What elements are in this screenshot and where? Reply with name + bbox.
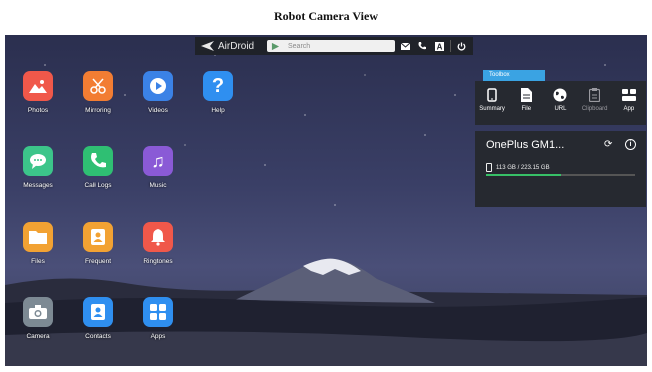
app-icon (614, 86, 644, 104)
tool-label: Summary (479, 106, 505, 112)
tool-summary[interactable]: Summary (477, 86, 507, 112)
camera-icon (23, 297, 53, 327)
app-music[interactable]: ♫ Music (133, 146, 183, 189)
airdroid-logo-icon (201, 41, 214, 51)
refresh-icon[interactable]: ⟳ (604, 139, 612, 150)
contacts-icon (83, 297, 113, 327)
grid-icon (143, 297, 173, 327)
power-icon[interactable] (454, 39, 468, 53)
app-label: Videos (148, 107, 168, 114)
app-label: Files (31, 258, 45, 265)
toolbar-divider (450, 40, 451, 52)
toolbox-panel: Summary File URL Clipboard App (475, 81, 646, 125)
app-label: Photos (27, 107, 49, 114)
chat-icon (23, 146, 53, 176)
tool-label: App (623, 106, 635, 112)
airdroid-logo[interactable]: AirDroid (201, 41, 263, 52)
info-icon[interactable]: i (625, 139, 636, 150)
font-a-icon[interactable]: A (432, 39, 446, 53)
storage-bar (486, 174, 635, 176)
storage-text: 113 GB / 223.15 GB (496, 164, 550, 171)
tool-file[interactable]: File (511, 86, 541, 112)
app-help[interactable]: ? Help (193, 71, 243, 114)
contact-card-icon (83, 222, 113, 252)
app-call-logs[interactable]: Call Logs (73, 146, 123, 189)
app-messages[interactable]: Messages (13, 146, 63, 189)
music-icon: ♫ (143, 146, 173, 176)
storage-info: 113 GB / 223.15 GB (486, 163, 550, 172)
app-label: Frequent (84, 258, 112, 265)
airdroid-toolbar: AirDroid Search A (195, 37, 473, 55)
app-contacts[interactable]: Contacts (73, 297, 123, 340)
app-files[interactable]: Files (13, 222, 63, 265)
tool-url[interactable]: URL (545, 86, 575, 112)
app-label: Call Logs (84, 182, 112, 189)
globe-icon (545, 86, 575, 104)
tool-clipboard[interactable]: Clipboard (580, 86, 610, 112)
brand-name: AirDroid (218, 40, 255, 52)
tool-label: File (521, 106, 532, 112)
app-label: Music (149, 182, 167, 189)
clipboard-icon (580, 86, 610, 104)
search-placeholder: Search (288, 42, 311, 50)
play-store-icon (271, 42, 280, 50)
app-frequent[interactable]: Frequent (73, 222, 123, 265)
app-label: Help (211, 107, 225, 114)
app-ringtones[interactable]: Ringtones (133, 222, 183, 265)
app-photos[interactable]: Photos (13, 71, 63, 114)
device-name: OnePlus GM1... (486, 139, 565, 151)
app-label: Camera (26, 333, 50, 340)
app-apps[interactable]: Apps (133, 297, 183, 340)
tool-label: Clipboard (581, 106, 608, 112)
app-camera[interactable]: Camera (13, 297, 63, 340)
scissors-icon (83, 71, 113, 101)
app-mirroring[interactable]: Mirroring (73, 71, 123, 114)
question-icon: ? (203, 71, 233, 101)
storage-bar-fill (486, 174, 562, 176)
robot-camera-screen: AirDroid Search A Photos Mirroring Video… (5, 35, 647, 366)
mail-icon[interactable] (398, 39, 412, 53)
phone-icon (83, 146, 113, 176)
play-icon (143, 71, 173, 101)
app-label: Messages (23, 182, 53, 189)
photos-icon (23, 71, 53, 101)
search-input[interactable]: Search (267, 40, 395, 52)
bell-icon (143, 222, 173, 252)
toolbox-tab[interactable]: Toolbox (483, 70, 545, 81)
phone-storage-icon (486, 163, 492, 172)
page-title: Robot Camera View (274, 9, 378, 23)
device-panel: OnePlus GM1... ⟳ i 113 GB / 223.15 GB (475, 131, 646, 207)
phone-outline-icon (477, 86, 507, 104)
svg-text:A: A (436, 42, 442, 51)
app-label: Apps (150, 333, 166, 340)
tool-label: URL (554, 106, 567, 112)
tool-app[interactable]: App (614, 86, 644, 112)
file-icon (511, 86, 541, 104)
app-label: Contacts (85, 333, 111, 340)
folder-icon (23, 222, 53, 252)
app-label: Ringtones (143, 258, 173, 265)
app-videos[interactable]: Videos (133, 71, 183, 114)
app-label: Mirroring (85, 107, 111, 114)
phone-call-icon[interactable] (415, 39, 429, 53)
